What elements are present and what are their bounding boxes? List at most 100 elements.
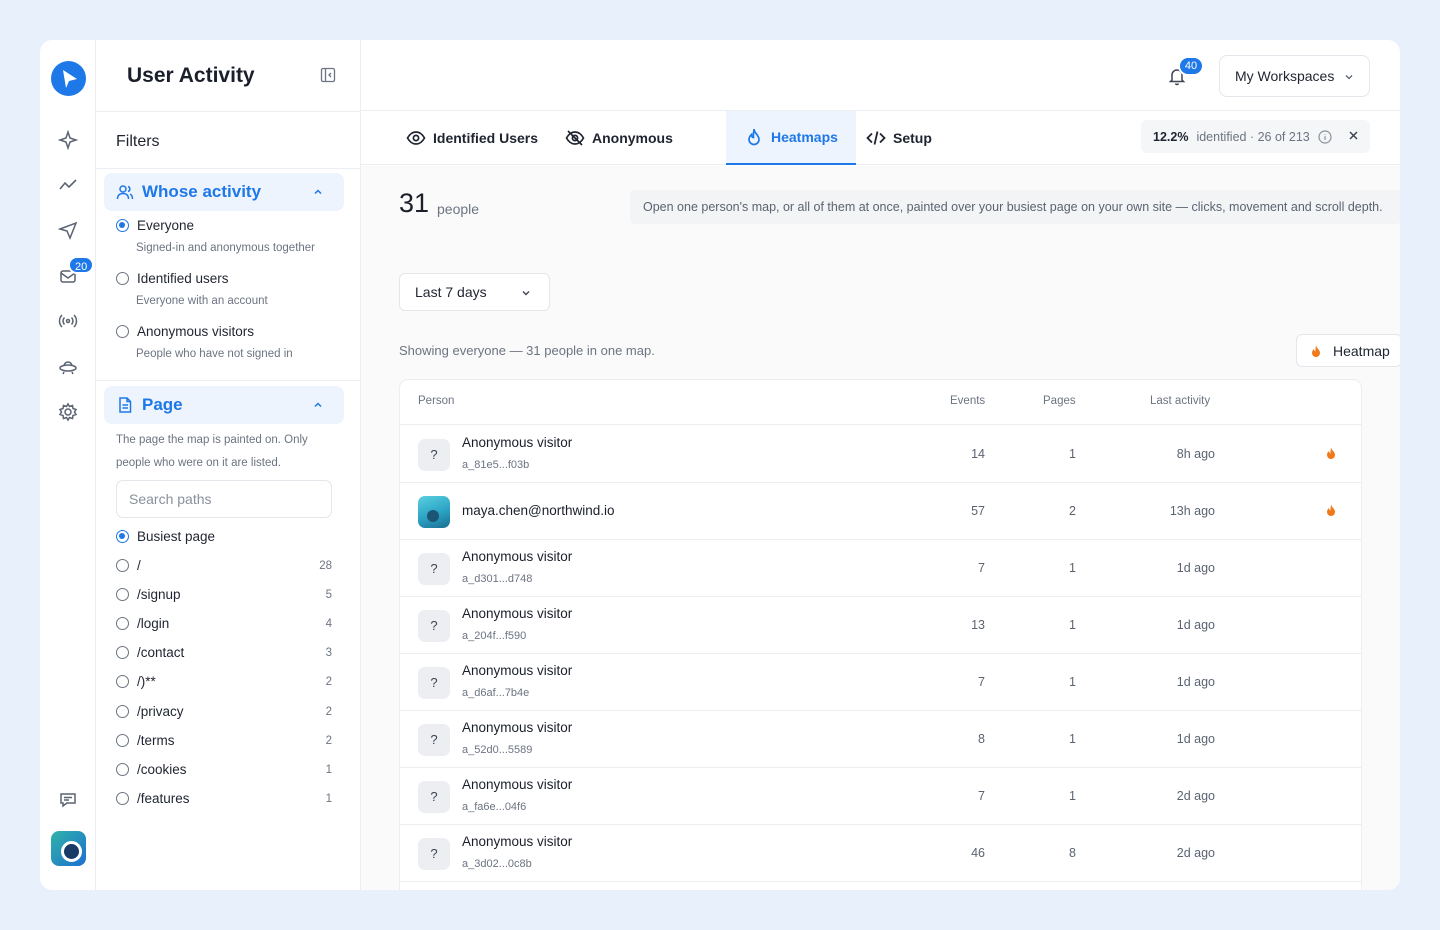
notification-badge: 40 bbox=[1178, 56, 1204, 76]
table-row[interactable]: ? Anonymous visitor a_fa6e...04f6 7 1 2d ago bbox=[400, 768, 1361, 825]
anonymous-avatar-icon: ? bbox=[418, 610, 450, 642]
radio-button[interactable] bbox=[116, 588, 129, 601]
radio-button[interactable] bbox=[116, 219, 129, 232]
date-range-dropdown[interactable]: Last 7 days bbox=[399, 273, 550, 311]
page-section-toggle[interactable]: Page bbox=[104, 386, 344, 424]
chevron-down-icon bbox=[522, 291, 530, 296]
path-label: /features bbox=[137, 791, 190, 806]
events-cell: 57 bbox=[971, 504, 985, 518]
trend-icon[interactable] bbox=[58, 175, 78, 195]
people-count-unit: people bbox=[437, 201, 480, 217]
radio-anonymous-visitors[interactable]: Anonymous visitors bbox=[116, 324, 254, 339]
column-header-events[interactable]: Events bbox=[950, 395, 985, 407]
table-row[interactable]: ? Anonymous visitor a_d6af...7b4e 7 1 1d ago bbox=[400, 654, 1361, 711]
ufo-icon[interactable] bbox=[58, 357, 78, 377]
person-id: a_52d0...5589 bbox=[462, 744, 533, 756]
table-row[interactable]: ?Anonymous visitora_5b72...5582712d ago bbox=[400, 882, 1361, 890]
collapse-sidebar-icon[interactable] bbox=[320, 67, 336, 83]
column-header-last-activity[interactable]: Last activity bbox=[1150, 395, 1210, 407]
path-count: 4 bbox=[325, 618, 332, 630]
path-option[interactable]: /privacy bbox=[116, 704, 184, 719]
radio-busiest-page[interactable]: Busiest page bbox=[116, 529, 215, 544]
icon-rail: 20 bbox=[40, 40, 96, 890]
close-icon[interactable] bbox=[1347, 129, 1360, 142]
last-activity-cell: 1d ago bbox=[1176, 732, 1215, 746]
path-label: / bbox=[137, 558, 141, 573]
path-count: 5 bbox=[325, 589, 332, 601]
person-name: Anonymous visitor bbox=[462, 777, 573, 792]
workspace-dropdown[interactable]: My Workspaces bbox=[1219, 55, 1370, 97]
radio-button[interactable] bbox=[116, 272, 129, 285]
heatmap-button[interactable]: Heatmap bbox=[1296, 334, 1400, 367]
table-row[interactable]: ? Anonymous visitor a_52d0...5589 8 1 1d ago bbox=[400, 711, 1361, 768]
filters-heading: Filters bbox=[116, 133, 160, 150]
people-count: 31 bbox=[399, 188, 430, 218]
radio-button[interactable] bbox=[116, 734, 129, 747]
tab-identified-users[interactable]: Identified Users bbox=[406, 111, 538, 165]
person-name: Anonymous visitor bbox=[462, 435, 573, 450]
flame-icon[interactable] bbox=[1324, 503, 1338, 517]
last-activity-cell: 1d ago bbox=[1176, 675, 1215, 689]
app-logo[interactable] bbox=[51, 61, 86, 96]
feedback-icon[interactable] bbox=[58, 790, 78, 810]
tab-setup[interactable]: Setup bbox=[866, 111, 932, 165]
person-avatar bbox=[418, 496, 450, 528]
whose-activity-section-toggle[interactable]: Whose activity bbox=[104, 173, 344, 211]
radio-button[interactable] bbox=[116, 646, 129, 659]
inbox-badge: 20 bbox=[68, 256, 95, 274]
table-row[interactable]: ? Anonymous visitor a_204f...f590 13 1 1d ago bbox=[400, 597, 1361, 654]
radio-button[interactable] bbox=[116, 792, 129, 805]
whose-activity-heading: Whose activity bbox=[142, 182, 262, 201]
anonymous-avatar-icon: ? bbox=[418, 838, 450, 870]
path-label: /cookies bbox=[137, 762, 187, 777]
workspace-label: My Workspaces bbox=[1235, 68, 1335, 84]
tab-anonymous[interactable]: Anonymous bbox=[565, 111, 673, 165]
path-option[interactable]: /login bbox=[116, 616, 169, 631]
radio-button[interactable] bbox=[116, 559, 129, 572]
column-header-person[interactable]: Person bbox=[418, 395, 454, 407]
chevron-up-icon bbox=[314, 189, 322, 195]
showing-summary: Showing everyone — 31 people in one map. bbox=[399, 343, 655, 358]
radio-button[interactable] bbox=[116, 763, 129, 776]
path-option[interactable]: /features bbox=[116, 791, 190, 806]
table-row[interactable]: maya.chen@northwind.io 57 2 13h ago bbox=[400, 483, 1361, 540]
user-avatar[interactable] bbox=[51, 831, 86, 866]
radio-button[interactable] bbox=[116, 325, 129, 338]
tab-heatmaps[interactable]: Heatmaps bbox=[726, 111, 856, 165]
sparkle-icon[interactable] bbox=[58, 130, 78, 150]
table-row[interactable]: ? Anonymous visitor a_3d02...0c8b 46 8 2d ago bbox=[400, 825, 1361, 882]
main-content: 31 people Open one person's map, or all … bbox=[361, 166, 1400, 890]
info-icon[interactable] bbox=[1318, 129, 1332, 144]
pages-cell: 1 bbox=[1069, 618, 1076, 632]
path-option[interactable]: /cookies bbox=[116, 762, 187, 777]
radio-label: Identified users bbox=[137, 271, 229, 286]
pages-cell: 8 bbox=[1069, 846, 1076, 860]
radio-button[interactable] bbox=[116, 675, 129, 688]
gear-icon[interactable] bbox=[58, 402, 78, 422]
table-row[interactable]: ? Anonymous visitor a_d301...d748 7 1 1d ago bbox=[400, 540, 1361, 597]
events-cell: 13 bbox=[971, 618, 985, 632]
path-option[interactable]: /signup bbox=[116, 587, 181, 602]
radio-everyone[interactable]: Everyone bbox=[116, 218, 194, 233]
anonymous-avatar-icon: ? bbox=[418, 667, 450, 699]
search-paths-input[interactable] bbox=[116, 480, 332, 518]
radio-identified-users[interactable]: Identified users bbox=[116, 271, 229, 286]
path-option[interactable]: /contact bbox=[116, 645, 184, 660]
broadcast-icon[interactable] bbox=[58, 311, 78, 331]
column-header-pages[interactable]: Pages bbox=[1043, 395, 1076, 407]
path-option[interactable]: /terms bbox=[116, 733, 175, 748]
anonymous-avatar-icon: ? bbox=[418, 439, 450, 471]
path-option[interactable]: /)** bbox=[116, 674, 156, 689]
radio-button[interactable] bbox=[116, 530, 129, 543]
path-option[interactable]: / bbox=[116, 558, 141, 573]
person-name: Anonymous visitor bbox=[462, 834, 573, 849]
radio-button[interactable] bbox=[116, 617, 129, 630]
person-name: Anonymous visitor bbox=[462, 606, 573, 621]
send-icon[interactable] bbox=[58, 220, 78, 240]
identified-text: identified · 26 of 213 bbox=[1196, 129, 1310, 144]
flame-icon[interactable] bbox=[1324, 446, 1338, 460]
person-name: Anonymous visitor bbox=[462, 663, 573, 678]
radio-description: Signed-in and anonymous together bbox=[136, 242, 316, 254]
table-row[interactable]: ? Anonymous visitor a_81e5...f03b 14 1 8h ago bbox=[400, 426, 1361, 483]
radio-button[interactable] bbox=[116, 705, 129, 718]
